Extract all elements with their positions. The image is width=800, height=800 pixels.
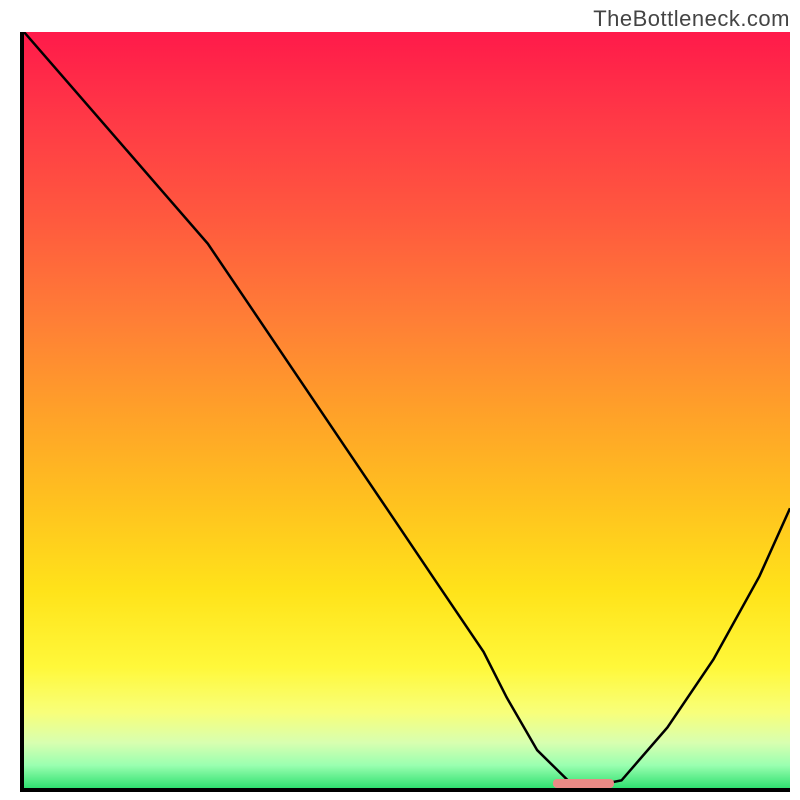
optimal-range-marker [553, 779, 614, 788]
x-axis-line [20, 788, 790, 792]
watermark-text: TheBottleneck.com [593, 6, 790, 32]
bottleneck-curve [24, 32, 790, 788]
chart-container: TheBottleneck.com [0, 0, 800, 800]
plot-area [24, 32, 790, 788]
chart-area [20, 32, 790, 792]
